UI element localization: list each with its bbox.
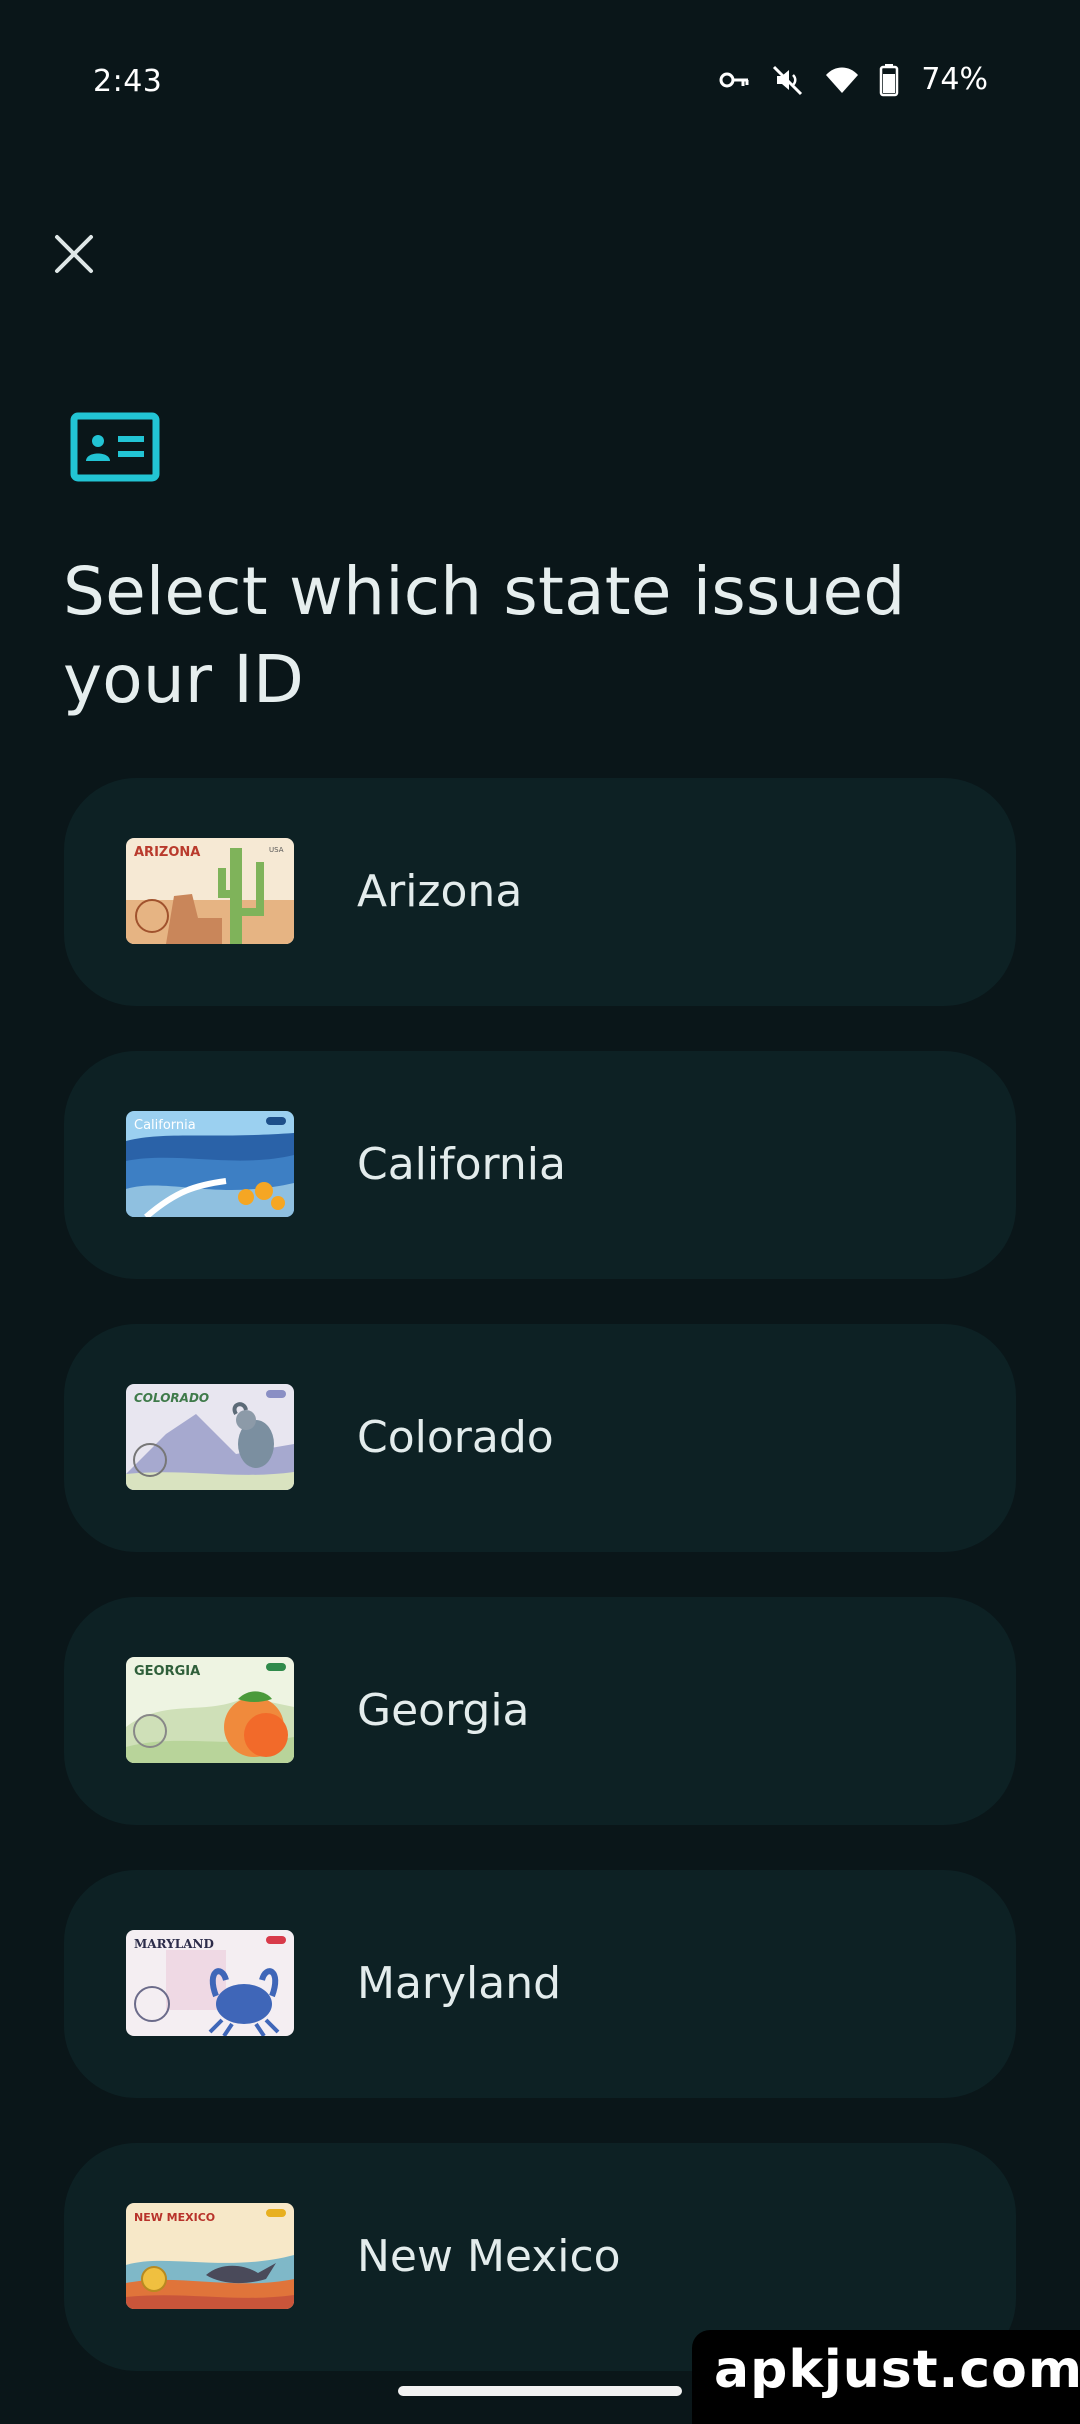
state-item-california[interactable]: California California: [64, 1051, 1016, 1279]
new-mexico-card-title: NEW MEXICO: [134, 2211, 215, 2224]
colorado-card-title: COLORADO: [134, 1391, 209, 1405]
state-item-arizona[interactable]: ARIZONA USA Arizona: [64, 778, 1016, 1006]
status-time: 2:43: [93, 64, 163, 99]
arizona-card-title: ARIZONA: [134, 845, 200, 860]
id-card-icon: [70, 412, 160, 482]
maryland-card-image: MARYLAND: [126, 1930, 294, 2036]
home-indicator[interactable]: [398, 2386, 682, 2396]
california-card-image: California: [126, 1111, 294, 1217]
watermark: apkjust.com: [692, 2330, 1080, 2424]
state-label: Georgia: [357, 1685, 530, 1736]
georgia-card-title: GEORGIA: [134, 1664, 200, 1679]
status-bar: 2:43 74%: [0, 0, 1080, 150]
battery-percent: 74%: [921, 62, 988, 97]
state-label: Maryland: [357, 1958, 562, 2009]
state-label: New Mexico: [357, 2231, 621, 2282]
state-label: Arizona: [357, 866, 523, 917]
status-icons: 74%: [717, 62, 988, 97]
mute-icon: [771, 63, 805, 97]
state-item-colorado[interactable]: COLORADO Colorado: [64, 1324, 1016, 1552]
arizona-card-badge: USA: [269, 846, 284, 854]
state-label: Colorado: [357, 1412, 554, 1463]
state-list: ARIZONA USA Arizona California Californi…: [64, 778, 1016, 2416]
california-card-title: California: [134, 1118, 196, 1133]
battery-icon: [879, 63, 899, 97]
state-item-maryland[interactable]: MARYLAND Maryland: [64, 1870, 1016, 2098]
page-title: Select which state issued your ID: [63, 553, 906, 718]
arizona-card-image: ARIZONA USA: [126, 838, 294, 944]
georgia-card-image: GEORGIA: [126, 1657, 294, 1763]
state-selection-screen: 2:43 74% Select which state issued your …: [0, 0, 1080, 2424]
maryland-card-title: MARYLAND: [134, 1937, 214, 1951]
state-item-georgia[interactable]: GEORGIA Georgia: [64, 1597, 1016, 1825]
watermark-text: apkjust.com: [714, 2340, 1080, 2400]
vpn-key-icon: [717, 63, 751, 97]
wifi-icon: [825, 63, 859, 97]
state-label: California: [357, 1139, 566, 1190]
close-icon: [55, 235, 93, 273]
new-mexico-card-image: NEW MEXICO: [126, 2203, 294, 2309]
close-button[interactable]: [44, 224, 104, 284]
colorado-card-image: COLORADO: [126, 1384, 294, 1490]
